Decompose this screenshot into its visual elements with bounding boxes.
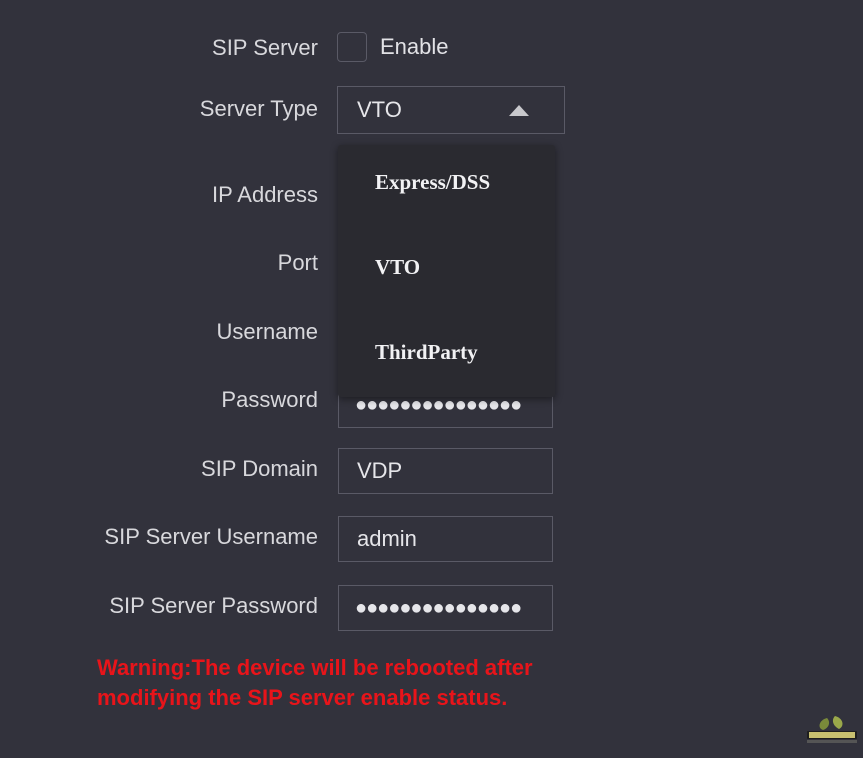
dropdown-option-express-dss[interactable]: Express/DSS xyxy=(375,170,490,194)
ip-address-label: IP Address xyxy=(212,182,318,207)
sip-server-password-field[interactable]: ●●●●●●●●●●●●●●● xyxy=(338,585,553,631)
dropdown-option-thirdparty[interactable]: ThirdParty xyxy=(375,340,478,364)
sip-server-username-label: SIP Server Username xyxy=(104,524,318,549)
sip-server-enable-checkbox[interactable] xyxy=(337,32,367,62)
enable-label: Enable xyxy=(380,34,449,59)
sip-domain-label: SIP Domain xyxy=(201,456,318,481)
password-label: Password xyxy=(221,387,318,412)
warning-message: Warning:The device will be rebooted afte… xyxy=(97,655,533,710)
watermark-logo xyxy=(805,714,859,744)
dropdown-option-vto[interactable]: VTO xyxy=(375,255,420,279)
port-label: Port xyxy=(277,250,318,275)
server-type-value: VTO xyxy=(357,97,402,122)
caret-up-icon xyxy=(508,104,530,122)
sip-server-password-label: SIP Server Password xyxy=(109,593,318,618)
sip-server-label: SIP Server xyxy=(212,35,318,60)
sip-domain-field[interactable]: VDP xyxy=(338,448,553,494)
server-type-dropdown-menu: Express/DSS VTO ThirdParty xyxy=(338,145,555,397)
sip-server-username-field[interactable]: admin xyxy=(338,516,553,562)
server-type-label: Server Type xyxy=(199,96,318,121)
username-label: Username xyxy=(216,319,318,344)
server-type-select[interactable]: VTO xyxy=(337,86,565,134)
